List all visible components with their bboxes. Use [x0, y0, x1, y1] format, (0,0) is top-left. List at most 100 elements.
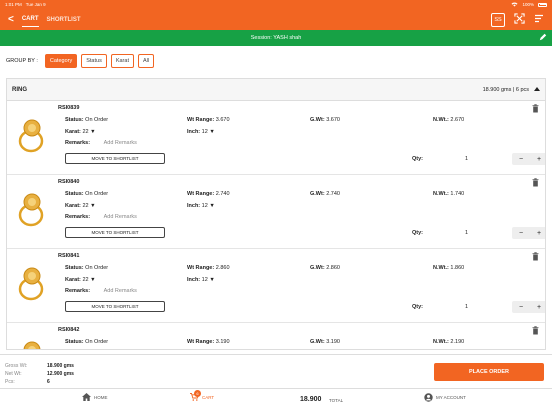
user-icon	[424, 393, 433, 402]
inch-select[interactable]: 12 ▼	[202, 277, 215, 283]
battery-percent: 100%	[522, 2, 534, 7]
wt-range-value: 3.190	[215, 339, 230, 345]
wifi-icon	[511, 2, 518, 8]
status-time: 1:01 PM	[5, 2, 22, 7]
add-remarks-link[interactable]: Add Remarks	[104, 140, 137, 146]
increment-button[interactable]: +	[530, 227, 545, 239]
add-remarks-link[interactable]: Add Remarks	[104, 214, 137, 220]
increment-button[interactable]: +	[530, 301, 545, 313]
chevron-down-icon: ▼	[90, 129, 96, 135]
status-label: Status:	[65, 339, 84, 345]
group-by-label: GROUP BY :	[6, 58, 38, 64]
place-order-button[interactable]: PLACE ORDER	[434, 363, 544, 381]
filter-menu-icon[interactable]	[534, 14, 544, 25]
chevron-down-icon: ▼	[209, 203, 215, 209]
gross-wt-value: 18.900 gms	[47, 363, 74, 369]
nwt-value: 2.190	[450, 339, 465, 345]
move-to-shortlist-button[interactable]: MOVE TO SHORTLIST	[65, 301, 165, 312]
tab-cart[interactable]: CART	[21, 12, 39, 27]
nav-cart-label: CART	[202, 395, 215, 400]
gwt-label: G.Wt:	[310, 191, 325, 197]
status-label: Status:	[65, 265, 84, 271]
item-code: RSI0839	[58, 105, 80, 111]
item-code: RSI0842	[58, 327, 80, 333]
edit-session-icon[interactable]	[539, 33, 547, 43]
home-icon	[82, 393, 91, 401]
decrement-button[interactable]: −	[512, 227, 530, 239]
ss-button[interactable]: SS	[491, 12, 505, 27]
gwt-label: G.Wt:	[310, 339, 325, 345]
quantity-stepper: − +	[512, 227, 545, 239]
nav-account-label: MY ACCOUNT	[436, 395, 466, 400]
remarks-label: Remarks:	[65, 288, 91, 294]
quantity-stepper: − +	[512, 153, 545, 165]
group-by-karat[interactable]: Karat	[110, 54, 134, 68]
wt-range-value: 3.670	[215, 117, 230, 123]
nav-cart[interactable]: 6 CART	[190, 390, 215, 402]
status-value: On Order	[85, 191, 109, 197]
chevron-down-icon: ▼	[90, 203, 96, 209]
wt-range-label: Wt Range:	[187, 265, 215, 271]
nav-home-label: HOME	[94, 394, 108, 400]
gwt-label: G.Wt:	[310, 117, 325, 123]
group-by-category[interactable]: Category	[44, 54, 78, 68]
inch-value: 12	[201, 277, 208, 283]
status-value: On Order	[85, 117, 109, 123]
qty-label: Qty:	[412, 304, 423, 310]
gwt-value: 2.740	[326, 191, 340, 197]
nav-my-account[interactable]: MY ACCOUNT	[424, 393, 466, 402]
move-to-shortlist-button[interactable]: MOVE TO SHORTLIST	[65, 153, 165, 164]
decrement-button[interactable]: −	[512, 301, 530, 313]
karat-label: Karat:	[65, 277, 81, 283]
karat-label: Karat:	[65, 203, 81, 209]
status-value: On Order	[85, 265, 109, 271]
status-label: Status:	[65, 117, 84, 123]
order-summary: Gross Wt: 18.900 gms Net Wt: 12.900 gms Pc…	[0, 354, 552, 388]
remarks-label: Remarks:	[65, 214, 91, 220]
top-bar: < CART SHORTLIST SS	[0, 9, 552, 30]
decrement-button[interactable]: −	[512, 153, 530, 165]
pcs-label: Pcs:	[5, 379, 15, 385]
trash-icon[interactable]	[532, 178, 539, 187]
trash-icon[interactable]	[532, 252, 539, 261]
chevron-down-icon: ▼	[209, 129, 215, 135]
inch-select[interactable]: 12 ▼	[202, 203, 215, 209]
scan-icon[interactable]	[514, 13, 525, 26]
gwt-label: G.Wt:	[310, 265, 325, 271]
wt-range-label: Wt Range:	[187, 339, 215, 345]
wt-range-label: Wt Range:	[187, 191, 215, 197]
qty-value: 1	[465, 156, 469, 162]
remarks-label: Remarks:	[65, 140, 91, 146]
list-item: RSI0839 Status: On Order Wt Range: 3.670…	[7, 101, 545, 175]
karat-value: 22	[82, 277, 89, 283]
trash-icon[interactable]	[532, 326, 539, 335]
nwt-label: N.Wt.:	[433, 265, 449, 271]
group-panel: RING 18.900 gms | 6 pcs RSI0839 Status: …	[6, 78, 546, 350]
karat-select[interactable]: 22 ▼	[82, 203, 95, 209]
tab-shortlist[interactable]: SHORTLIST	[47, 13, 81, 27]
group-by-all[interactable]: All	[137, 54, 155, 68]
item-code: RSI0841	[58, 253, 80, 259]
nwt-label: N.Wt.:	[433, 339, 449, 345]
collapse-icon[interactable]	[534, 86, 540, 93]
inch-label: Inch:	[187, 129, 201, 135]
nwt-label: N.Wt.:	[433, 191, 449, 197]
list-item: RSI0841 Status: On Order Wt Range: 2.860…	[7, 249, 545, 323]
group-header[interactable]: RING 18.900 gms | 6 pcs	[7, 79, 545, 101]
nwt-value: 1.740	[450, 191, 465, 197]
back-button[interactable]: <	[8, 14, 14, 25]
karat-select[interactable]: 22 ▼	[82, 129, 95, 135]
increment-button[interactable]: +	[530, 153, 545, 165]
trash-icon[interactable]	[532, 104, 539, 113]
inch-select[interactable]: 12 ▼	[202, 129, 215, 135]
chevron-down-icon: ▼	[90, 277, 96, 283]
nav-home[interactable]: HOME	[82, 393, 108, 401]
nwt-label: N.Wt.:	[433, 117, 449, 123]
group-by-status[interactable]: Status	[81, 54, 107, 68]
net-wt-label: Net Wt:	[5, 371, 22, 377]
karat-select[interactable]: 22 ▼	[82, 277, 95, 283]
move-to-shortlist-button[interactable]: MOVE TO SHORTLIST	[65, 227, 165, 238]
add-remarks-link[interactable]: Add Remarks	[104, 288, 137, 294]
gwt-value: 3.670	[326, 117, 340, 123]
session-text: Session: YASH shah	[250, 35, 302, 41]
